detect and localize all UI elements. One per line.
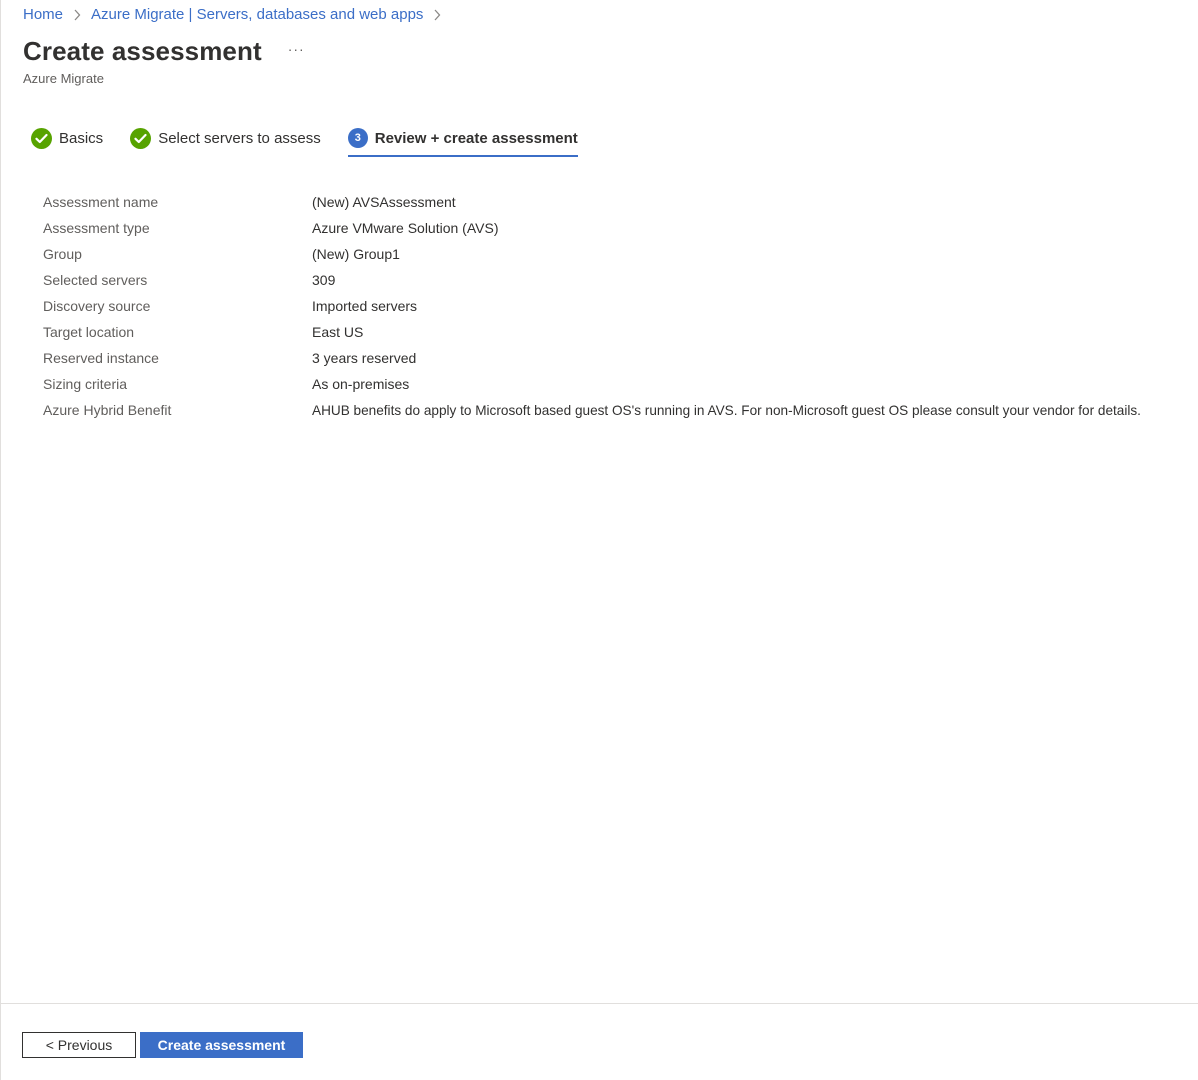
breadcrumb-home-link[interactable]: Home bbox=[23, 6, 63, 23]
chevron-right-icon bbox=[73, 9, 81, 21]
summary-row-sizing-criteria: Sizing criteria As on-premises bbox=[43, 371, 1183, 397]
summary-row-target-location: Target location East US bbox=[43, 319, 1183, 345]
summary-row-assessment-type: Assessment type Azure VMware Solution (A… bbox=[43, 215, 1183, 241]
previous-button[interactable]: < Previous bbox=[22, 1032, 136, 1058]
check-icon bbox=[130, 127, 152, 149]
summary-key: Target location bbox=[43, 324, 135, 340]
summary-value: 3 years reserved bbox=[312, 350, 417, 366]
tab-select-servers[interactable]: Select servers to assess bbox=[130, 124, 321, 152]
summary-value: 309 bbox=[312, 272, 336, 288]
step-label: Basics bbox=[59, 129, 104, 147]
summary-key: Sizing criteria bbox=[43, 376, 128, 392]
step-label: Select servers to assess bbox=[158, 129, 321, 147]
create-assessment-blade: Home Azure Migrate | Servers, databases … bbox=[0, 0, 1198, 1080]
step-label: Review + create assessment bbox=[374, 129, 578, 147]
summary-row-azure-hybrid-benefit: Azure Hybrid Benefit AHUB benefits do ap… bbox=[43, 397, 1183, 423]
step-number-badge: 3 bbox=[347, 128, 368, 148]
title-row: Create assessment ··· bbox=[23, 36, 305, 67]
summary-value: East US bbox=[312, 324, 364, 340]
summary-row-group: Group (New) Group1 bbox=[43, 241, 1183, 267]
tab-review-create[interactable]: 3 Review + create assessment bbox=[347, 124, 578, 157]
page-subtitle: Azure Migrate bbox=[23, 71, 104, 86]
page-title: Create assessment bbox=[23, 36, 262, 66]
summary-row-assessment-name: Assessment name (New) AVSAssessment bbox=[43, 189, 1183, 215]
summary-row-reserved-instance: Reserved instance 3 years reserved bbox=[43, 345, 1183, 371]
more-options-button[interactable]: ··· bbox=[288, 41, 305, 57]
summary-key: Discovery source bbox=[43, 298, 151, 314]
create-assessment-button[interactable]: Create assessment bbox=[140, 1032, 303, 1058]
summary-row-discovery-source: Discovery source Imported servers bbox=[43, 293, 1183, 319]
assessment-summary: Assessment name (New) AVSAssessment Asse… bbox=[43, 189, 1183, 423]
breadcrumb: Home Azure Migrate | Servers, databases … bbox=[23, 6, 451, 23]
summary-value: (New) Group1 bbox=[312, 246, 400, 262]
chevron-right-icon bbox=[433, 9, 441, 21]
summary-value: Imported servers bbox=[312, 298, 418, 314]
breadcrumb-azure-migrate-link[interactable]: Azure Migrate | Servers, databases and w… bbox=[91, 6, 423, 23]
summary-key: Group bbox=[43, 246, 82, 262]
footer-action-bar: < Previous Create assessment bbox=[1, 1003, 1198, 1080]
wizard-steps: Basics Select servers to assess 3 Review… bbox=[31, 124, 605, 160]
summary-value: Azure VMware Solution (AVS) bbox=[312, 220, 499, 236]
summary-key: Azure Hybrid Benefit bbox=[43, 402, 172, 418]
summary-value: (New) AVSAssessment bbox=[312, 194, 456, 210]
summary-row-selected-servers: Selected servers 309 bbox=[43, 267, 1183, 293]
summary-key: Assessment name bbox=[43, 194, 159, 210]
summary-value: AHUB benefits do apply to Microsoft base… bbox=[312, 402, 1141, 418]
summary-value: As on-premises bbox=[312, 376, 410, 392]
summary-key: Selected servers bbox=[43, 272, 148, 288]
check-icon bbox=[31, 127, 52, 149]
tab-basics[interactable]: Basics bbox=[31, 124, 103, 152]
summary-key: Reserved instance bbox=[43, 350, 159, 366]
summary-key: Assessment type bbox=[43, 220, 150, 236]
